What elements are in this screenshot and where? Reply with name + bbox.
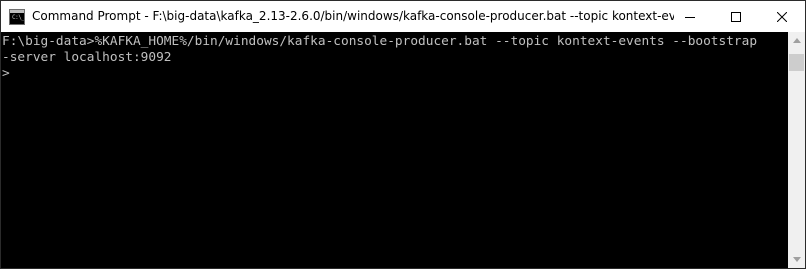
scroll-down-button[interactable] [788,251,805,268]
command-prompt-window: C:\_ Command Prompt - F:\big-data\kafka_… [0,0,806,269]
window-title: Command Prompt - F:\big-data\kafka_2.13-… [32,9,674,23]
vertical-scrollbar[interactable] [788,32,805,268]
console-line-command: F:\big-data>%KAFKA_HOME%/bin/windows/kaf… [2,34,758,49]
title-bar[interactable]: C:\_ Command Prompt - F:\big-data\kafka_… [1,1,805,32]
console-output[interactable]: F:\big-data>%KAFKA_HOME%/bin/windows/kaf… [1,32,788,268]
console-prompt[interactable]: > [2,66,788,82]
command-prompt-icon[interactable]: C:\_ [9,8,25,25]
caption-buttons [667,1,805,32]
scroll-up-arrow-icon [792,38,801,43]
maximize-icon [731,11,741,22]
scroll-up-button[interactable] [788,32,805,49]
minimize-button[interactable] [667,1,713,32]
maximize-button[interactable] [713,1,759,32]
close-button[interactable] [759,1,805,32]
close-icon [777,11,787,22]
scroll-down-arrow-icon [792,257,801,262]
minimize-icon [685,16,695,18]
console-line-continuation: -server localhost:9092 [2,50,172,65]
scroll-thumb[interactable] [789,54,804,71]
